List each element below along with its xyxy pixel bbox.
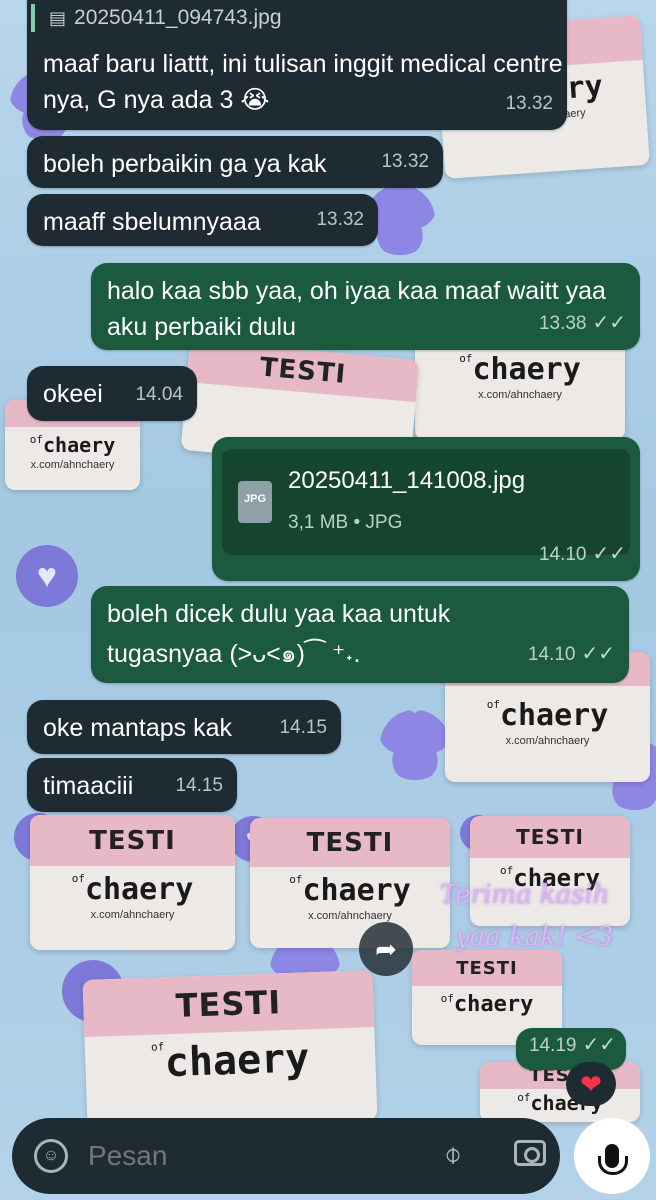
message-text: boleh dicek dulu yaa kaa untuk tugasnyaa… (107, 600, 451, 668)
message-text: oke mantaps kak (43, 714, 232, 742)
message-time-status: 14.19 ✓✓ (529, 1027, 616, 1064)
incoming-message[interactable]: oke mantaps kak 14.15 (27, 700, 341, 754)
message-time-status: 14.10 ✓✓ (528, 634, 615, 675)
microphone-icon (598, 1144, 628, 1175)
outgoing-file-message[interactable]: JPG 20250411_141008.jpg 3,1 MB • JPG 14.… (212, 437, 640, 581)
outgoing-sticker-timestamp[interactable]: 14.19 ✓✓ (516, 1028, 626, 1070)
message-composer: ☺ ⌽ (12, 1118, 560, 1194)
message-time: 14.15 (279, 717, 327, 738)
outgoing-message[interactable]: halo kaa sbb yaa, oh iyaa kaa maaf waitt… (91, 263, 640, 350)
camera-icon[interactable] (514, 1140, 546, 1166)
emoji-icon[interactable]: ☺ (34, 1139, 68, 1173)
chat-messages[interactable]: ▤ 20250411_094743.jpg maaf baru liattt, … (0, 0, 656, 1200)
incoming-message[interactable]: boleh perbaikin ga ya kak 13.32 (27, 136, 443, 188)
read-receipt-icon: ✓✓ (581, 643, 615, 665)
forward-icon[interactable]: ➦ (359, 922, 413, 976)
message-time: 13.32 (381, 151, 429, 172)
paperclip-icon[interactable]: ⌽ (444, 1138, 462, 1172)
quote-bar (31, 4, 35, 32)
message-time-status: 13.38 ✓✓ (539, 305, 626, 342)
message-text: maaf baru liattt, ini tulisan inggit med… (43, 50, 563, 114)
message-text: timaaciii (43, 772, 134, 800)
incoming-message-reply[interactable]: ▤ 20250411_094743.jpg maaf baru liattt, … (27, 0, 567, 130)
quoted-file-name: 20250411_094743.jpg (74, 6, 282, 29)
read-receipt-icon: ✓✓ (592, 312, 626, 334)
read-receipt-icon: ✓✓ (592, 543, 626, 565)
message-text: okeei (43, 380, 103, 408)
message-time: 14.04 (135, 384, 183, 405)
outgoing-message[interactable]: boleh dicek dulu yaa kaa untuk tugasnyaa… (91, 586, 629, 683)
message-time: 13.32 (316, 209, 364, 230)
heart-reaction-icon[interactable]: ❤ (566, 1062, 616, 1106)
file-name: 20250411_141008.jpg (288, 467, 526, 494)
read-receipt-icon: ✓✓ (582, 1034, 616, 1056)
message-text: maaff sbelumnyaaa (43, 208, 261, 236)
message-time: 14.15 (175, 775, 223, 796)
incoming-message[interactable]: maaff sbelumnyaaa 13.32 (27, 194, 378, 246)
message-time-status: 14.10 ✓✓ (539, 536, 626, 573)
incoming-message[interactable]: okeei 14.04 (27, 366, 197, 421)
message-time: 13.32 (505, 93, 553, 114)
quoted-file[interactable]: ▤ 20250411_094743.jpg (31, 0, 551, 36)
message-text: boleh perbaikin ga ya kak (43, 150, 327, 178)
microphone-button[interactable] (574, 1118, 650, 1194)
document-icon: ▤ (49, 8, 67, 28)
incoming-message[interactable]: timaaciii 14.15 (27, 758, 237, 812)
file-meta: 3,1 MB • JPG (288, 512, 403, 533)
jpg-file-icon: JPG (238, 481, 272, 523)
message-input[interactable] (86, 1139, 390, 1173)
